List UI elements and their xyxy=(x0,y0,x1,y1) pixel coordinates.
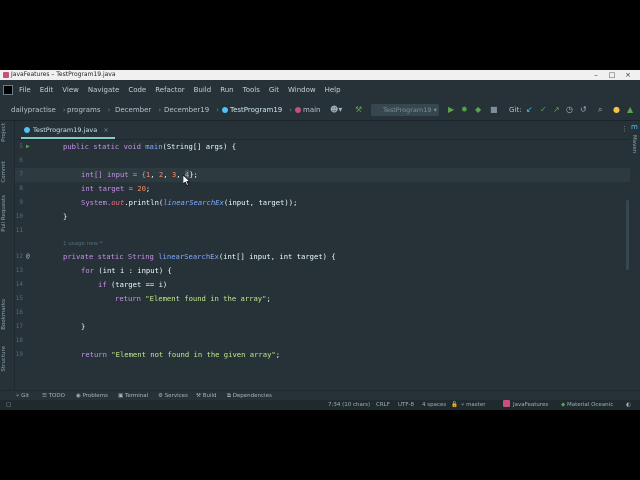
code-line-13: 13 for (int i : input) { xyxy=(15,266,172,275)
title-bar: JavaFeatures – TestProgram19.java – □ × xyxy=(0,70,640,80)
breadcrumb-class[interactable]: TestProgram19 › xyxy=(222,100,292,120)
status-toggle-icon[interactable]: ▢ xyxy=(6,400,11,410)
editor-tab-bar: TestProgram19.java × ⋮ xyxy=(15,121,630,140)
plugin-icon[interactable]: ● xyxy=(613,100,620,120)
breadcrumb-dailypractise[interactable]: dailypractise › xyxy=(11,100,66,120)
breadcrumb-december19[interactable]: December19 › xyxy=(164,100,219,120)
code-line-8: 8 int target = 20; xyxy=(19,184,151,193)
maximize-button[interactable]: □ xyxy=(604,70,620,80)
code-line-6: 6 xyxy=(19,157,23,164)
editor-tab-testprogram19[interactable]: TestProgram19.java × xyxy=(21,121,115,139)
breadcrumb-programs[interactable]: programs › xyxy=(67,100,110,120)
build-hammer-icon[interactable]: ⚒ xyxy=(355,100,362,120)
code-line-16: 16 xyxy=(15,309,23,316)
theme-icon: ◆ xyxy=(561,402,566,408)
code-line-11: 11 xyxy=(15,227,23,234)
code-inlay-hint[interactable]: 1 usage new * xyxy=(15,238,630,250)
ide-window: JavaFeatures – TestProgram19.java – □ × … xyxy=(0,70,640,410)
app-icon xyxy=(3,72,9,78)
close-tab-icon[interactable]: × xyxy=(103,126,108,134)
menu-window[interactable]: Window xyxy=(288,80,316,100)
main-menu: File Edit View Navigate Code Refactor Build Run… xyxy=(19,80,341,100)
editor-tab-label: TestProgram19.java xyxy=(33,126,98,134)
run-gutter-icon[interactable]: ▶ xyxy=(26,140,30,154)
minimize-button[interactable]: – xyxy=(588,70,604,80)
navigation-bar: dailypractise › programs › December › Decem… xyxy=(0,100,640,121)
code-line-15: 15 return "Element found in the array"; xyxy=(15,294,271,303)
code-line-9: 9 System.out.println(linearSearchEx(inpu… xyxy=(19,198,298,207)
project-tab[interactable]: Project xyxy=(1,123,7,142)
editor-options-icon[interactable]: ⋮ xyxy=(621,125,628,133)
menu-run[interactable]: Run xyxy=(220,80,233,100)
menu-help[interactable]: Help xyxy=(325,80,341,100)
project-badge-icon xyxy=(503,400,510,407)
menu-navigate[interactable]: Navigate xyxy=(88,80,119,100)
menu-refactor[interactable]: Refactor xyxy=(155,80,184,100)
lock-icon[interactable]: 🔓 xyxy=(451,400,458,410)
close-window-button[interactable]: × xyxy=(620,70,636,80)
method-icon xyxy=(295,107,301,113)
left-tool-stripe: Project Commit Pull Requests Bookmarks S… xyxy=(0,121,15,390)
code-line-19: 19 return "Element not found in the give… xyxy=(15,350,281,359)
java-class-icon xyxy=(24,127,30,133)
code-line-10: 10 } xyxy=(15,212,68,221)
status-bar: ▢ 7:34 (10 chars) CRLF UTF-8 4 spaces 🔓 … xyxy=(0,400,640,410)
menu-build[interactable]: Build xyxy=(194,80,212,100)
caret-position[interactable]: 7:34 (10 chars) xyxy=(328,400,370,410)
menu-git[interactable]: Git xyxy=(269,80,279,100)
breadcrumb-method[interactable]: main xyxy=(295,100,321,120)
stop-icon[interactable]: ■ xyxy=(490,100,498,120)
code-editor[interactable]: 5 ▶ public static void main(String[] arg… xyxy=(15,140,630,390)
run-icon[interactable]: ▶ xyxy=(448,100,454,120)
history-icon[interactable]: ◷ xyxy=(566,100,573,120)
editor-scrollbar[interactable] xyxy=(626,200,629,270)
structure-tab[interactable]: Structure xyxy=(1,346,7,372)
indent-setting[interactable]: 4 spaces xyxy=(422,400,446,410)
notifications-icon[interactable]: ◐ xyxy=(626,400,631,410)
code-line-12: 12 @ private static String linearSearchE… xyxy=(15,250,630,264)
right-tool-stripe: m Maven xyxy=(629,121,640,390)
maven-icon: m xyxy=(631,123,638,131)
user-icon[interactable]: ☻▾ xyxy=(330,100,342,120)
commit-tab[interactable]: Commit xyxy=(1,161,7,183)
code-line-7: 7 int[] input = {1, 2, 3, 4}; xyxy=(15,168,630,182)
maven-tab[interactable]: Maven xyxy=(631,135,637,153)
pull-requests-tab[interactable]: Pull Requests xyxy=(1,195,7,232)
theme-indicator[interactable]: ◆ Material Oceanic xyxy=(561,400,613,410)
code-line-14: 14 if (target == i) xyxy=(15,280,168,289)
window-title: JavaFeatures – TestProgram19.java xyxy=(11,71,116,78)
git-push-icon[interactable]: ↗ xyxy=(553,100,560,120)
menu-view[interactable]: View xyxy=(62,80,79,100)
git-commit-icon[interactable]: ✓ xyxy=(540,100,547,120)
code-line-5: 5 ▶ public static void main(String[] arg… xyxy=(15,140,630,154)
code-line-18: 18 xyxy=(15,337,23,344)
git-label: Git: xyxy=(509,106,522,114)
git-branch[interactable]: ⑂ master xyxy=(461,400,485,410)
menu-file[interactable]: File xyxy=(19,80,31,100)
menu-code[interactable]: Code xyxy=(128,80,146,100)
intellij-logo-icon xyxy=(3,85,13,95)
menu-bar: File Edit View Navigate Code Refactor Build Run… xyxy=(0,80,640,100)
git-update-icon[interactable]: ↙ xyxy=(526,100,533,120)
search-icon[interactable]: ⌕ xyxy=(598,100,602,120)
rollback-icon[interactable]: ↺ xyxy=(580,100,587,120)
mouse-cursor-icon xyxy=(183,175,190,186)
run-configuration-select[interactable]: TestProgram19 ▾ xyxy=(371,104,439,116)
annotation-gutter-icon[interactable]: @ xyxy=(26,250,30,264)
coverage-icon[interactable]: ◆ xyxy=(475,100,481,120)
file-encoding[interactable]: UTF-8 xyxy=(398,400,414,410)
project-indicator[interactable]: JavaFeatures xyxy=(503,400,548,410)
class-icon xyxy=(222,107,228,113)
line-separator[interactable]: CRLF xyxy=(376,400,390,410)
ide-update-icon[interactable]: ▲ xyxy=(627,100,633,120)
menu-tools[interactable]: Tools xyxy=(243,80,260,100)
usages-hint[interactable]: 1 usage new * xyxy=(63,238,102,250)
code-line-17: 17 } xyxy=(15,322,86,331)
menu-edit[interactable]: Edit xyxy=(40,80,54,100)
bookmarks-tab[interactable]: Bookmarks xyxy=(1,299,7,330)
breadcrumb-december[interactable]: December › xyxy=(115,100,161,120)
debug-icon[interactable]: ✹ xyxy=(461,100,468,120)
